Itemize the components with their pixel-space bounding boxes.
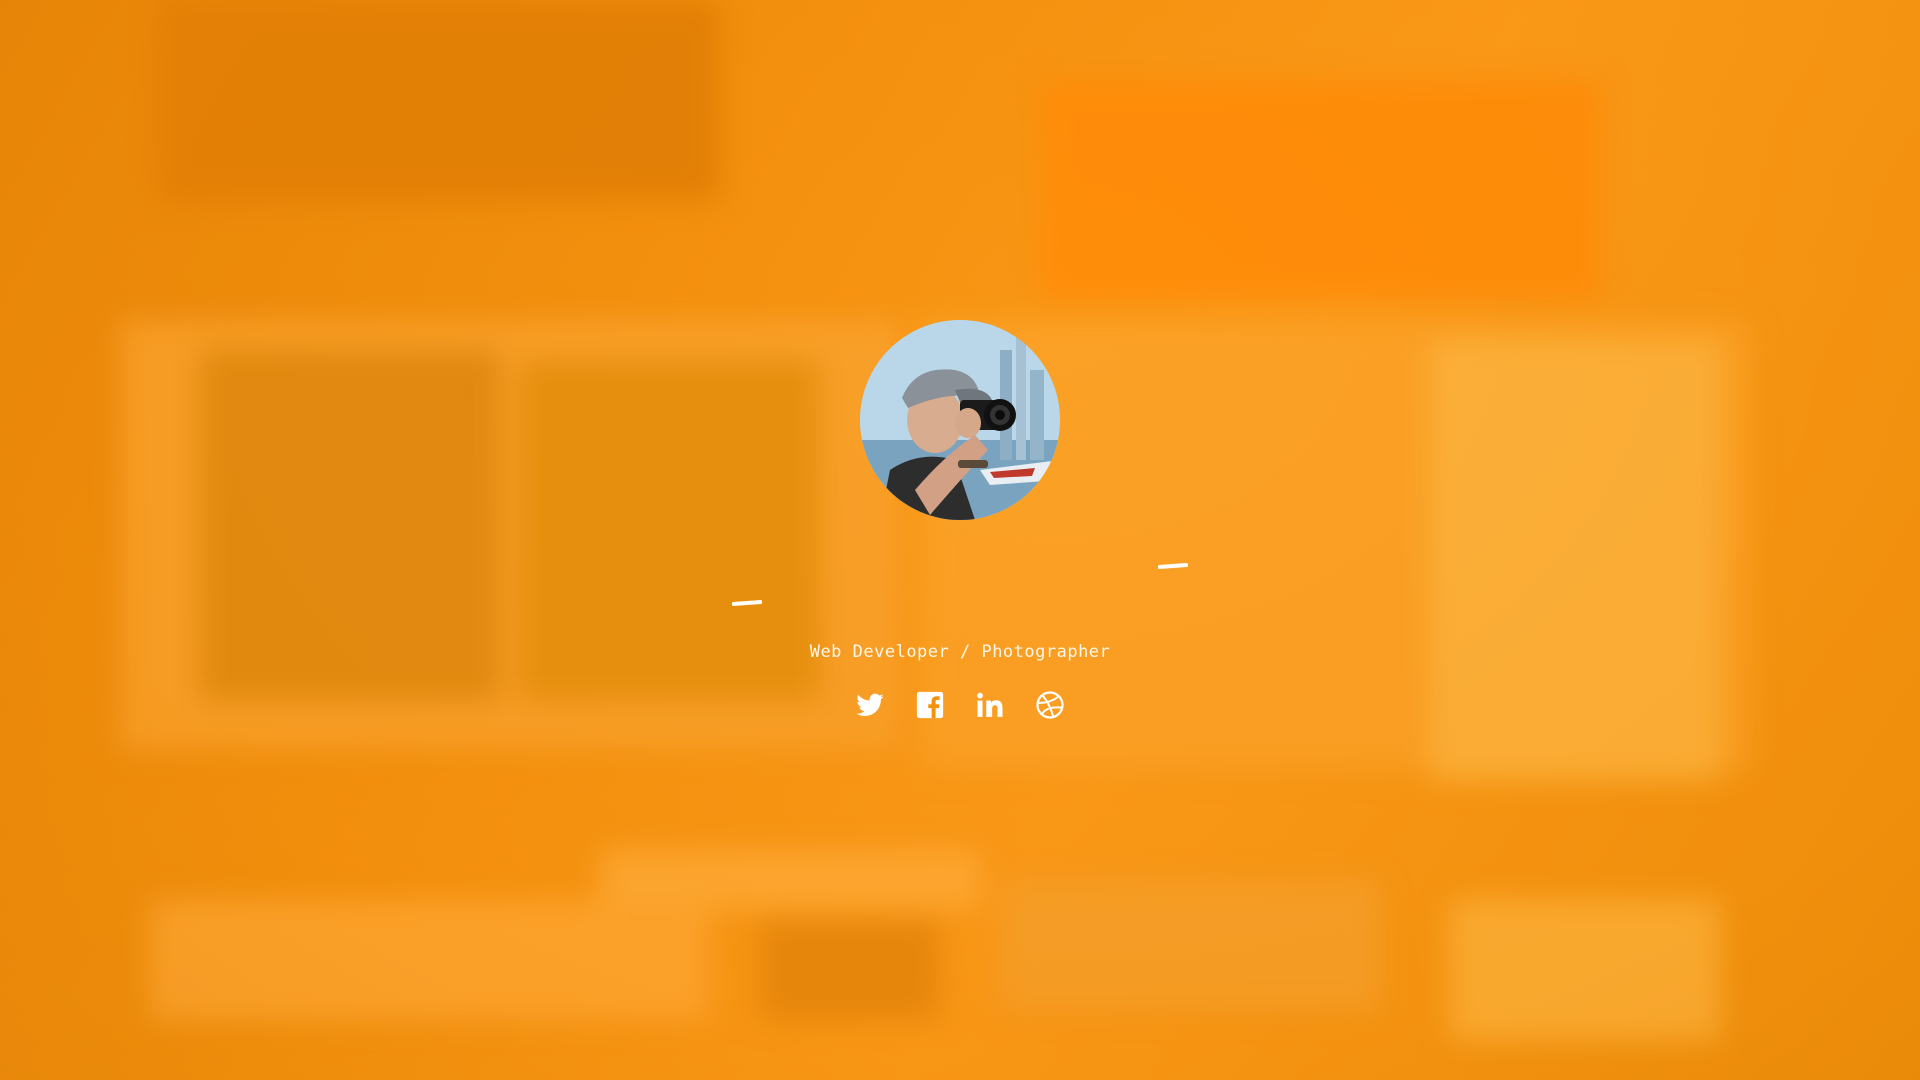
linkedin-icon [977,692,1003,717]
photographer-avatar-icon [860,320,1060,520]
facebook-icon [916,691,944,719]
social-links [0,690,1920,720]
profile-card: Web Developer / Photographer [0,0,1920,1080]
decorative-dash-right [1157,562,1189,570]
tagline: Web Developer / Photographer [809,642,1111,662]
facebook-link[interactable] [915,690,945,720]
linkedin-link[interactable] [975,690,1005,720]
dribbble-link[interactable] [1035,690,1065,720]
landing-page: Web Developer / Photographer [0,0,1920,1080]
dribbble-icon [1036,691,1064,719]
twitter-icon [856,693,884,717]
avatar [860,320,1060,520]
twitter-link[interactable] [855,690,885,720]
decorative-dash-left [731,599,763,607]
